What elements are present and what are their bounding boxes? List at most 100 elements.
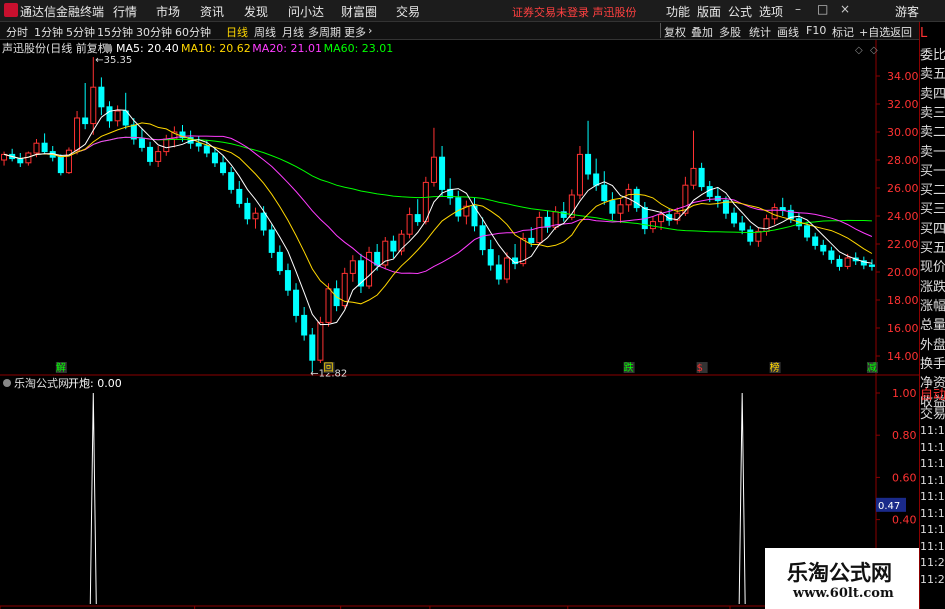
- event-marker: 回: [324, 362, 334, 374]
- candle-body: [349, 260, 356, 274]
- settings-icon: [3, 379, 11, 387]
- candle-body: [163, 138, 170, 153]
- period-toolbar: 分时 1分钟 5分钟 15分钟 30分钟 60分钟 日线 周线 月线 多周期 更…: [0, 22, 945, 40]
- quote-field-label: 卖五: [920, 67, 945, 83]
- quote-field-label: 卖四: [920, 86, 945, 102]
- candle-body: [390, 240, 397, 252]
- toolbar-button[interactable]: +自选: [859, 24, 890, 40]
- candle-body: [74, 117, 81, 151]
- menu-item[interactable]: 行情: [113, 3, 137, 20]
- close-icon[interactable]: ×: [840, 2, 850, 16]
- period-tab[interactable]: 周线: [254, 24, 276, 40]
- period-tab[interactable]: 多周期: [308, 24, 341, 40]
- candle-body: [609, 200, 616, 214]
- quote-field-label: 买二: [920, 183, 945, 199]
- divider: [660, 23, 661, 38]
- ma-label: MA60: 23.01: [324, 42, 394, 55]
- period-tab[interactable]: 5分钟: [66, 24, 95, 40]
- watermark-url: www.60lt.com: [793, 586, 894, 601]
- candle-body: [90, 86, 97, 125]
- period-tab[interactable]: 60分钟: [175, 24, 211, 40]
- candle-body: [804, 225, 811, 238]
- period-tab[interactable]: 更多: [344, 24, 366, 40]
- candle-body: [276, 251, 283, 272]
- candle-body: [649, 221, 656, 230]
- ma-label: MA10: 20.62: [181, 42, 251, 55]
- toolbar-button[interactable]: 多股: [719, 24, 741, 40]
- menu-item-options[interactable]: 选项: [759, 3, 783, 20]
- y-tick-label: 0.60: [892, 471, 917, 484]
- candle-body: [503, 257, 510, 280]
- candle-body: [820, 244, 827, 252]
- quote-field-label: 买五: [920, 241, 945, 256]
- menu-item[interactable]: 问小达: [288, 3, 324, 20]
- quote-field-label: 卖三: [920, 105, 945, 121]
- candle-body: [195, 142, 202, 147]
- candle-body: [528, 237, 535, 244]
- watermark-title: 乐淘公式网: [787, 561, 892, 585]
- menu-item[interactable]: 资讯: [200, 3, 224, 20]
- candle-body: [138, 138, 145, 148]
- event-marker: 榜: [770, 361, 780, 374]
- y-tick-label: 28.00: [887, 154, 919, 167]
- toolbar-button[interactable]: 返回: [890, 24, 912, 40]
- candle-body: [82, 117, 89, 125]
- candle-body: [593, 173, 600, 186]
- menu-item-function[interactable]: 功能: [666, 3, 690, 20]
- period-tab[interactable]: 15分钟: [97, 24, 133, 40]
- candle-body: [252, 212, 259, 220]
- menu-item-layout[interactable]: 版面: [697, 3, 721, 20]
- tick-time: 11:19: [920, 506, 945, 520]
- period-tab[interactable]: 1分钟: [34, 24, 63, 40]
- candle-body: [430, 156, 437, 183]
- y-tick-label: 22.00: [887, 238, 919, 251]
- maximize-icon[interactable]: □: [817, 2, 828, 16]
- y-tick-label: 26.00: [887, 182, 919, 195]
- trade-label: 交易: [920, 407, 945, 422]
- app-title: 通达信金融终端: [20, 5, 105, 19]
- toolbar-button[interactable]: F10: [806, 24, 826, 37]
- candle-body: [771, 207, 778, 220]
- more-arrow-icon[interactable]: ›: [368, 24, 372, 37]
- toolbar-button[interactable]: 统计: [749, 24, 771, 40]
- quote-field-label: 委比: [920, 48, 945, 63]
- period-tab-active[interactable]: 日线: [226, 24, 248, 40]
- toolbar-button[interactable]: 标记: [832, 24, 854, 40]
- y-tick-label: 0.80: [892, 429, 917, 442]
- menu-item[interactable]: 财富圈: [341, 3, 377, 20]
- period-tab[interactable]: 30分钟: [136, 24, 172, 40]
- candle-body: [33, 142, 40, 154]
- settings-icon: [104, 44, 112, 52]
- candle-body: [228, 172, 235, 190]
- candle-body: [576, 153, 583, 196]
- login-notice[interactable]: 证券交易未登录 声迅股份: [512, 4, 637, 20]
- guest-label[interactable]: 游客: [895, 3, 919, 20]
- menu-item-formula[interactable]: 公式: [728, 3, 752, 20]
- candle-body: [690, 167, 697, 186]
- y-tick-label: 0.40: [892, 514, 917, 527]
- candle-body: [536, 216, 543, 244]
- y-tick-label: 34.00: [887, 70, 919, 83]
- candle-body: [828, 250, 835, 260]
- toolbar-button[interactable]: 画线: [777, 24, 799, 40]
- menu-item[interactable]: 市场: [156, 3, 180, 20]
- candle-body: [309, 334, 316, 361]
- kline-chart[interactable]: 声迅股份(日线 前复权) MA5: 20.40 MA10: 20.62 MA20: 2…: [0, 40, 919, 609]
- candle-body: [147, 146, 154, 162]
- minimize-icon[interactable]: –: [795, 2, 801, 16]
- quote-field-label: 买一: [920, 163, 945, 179]
- quote-field-label: 卖二: [920, 125, 945, 141]
- ma10-line: [3, 122, 873, 305]
- quote-field-label: 涨跌: [920, 279, 945, 295]
- toolbar-button[interactable]: 复权: [664, 24, 686, 40]
- period-tab[interactable]: 分时: [6, 24, 28, 40]
- candle-body: [763, 218, 770, 232]
- menu-item[interactable]: 发现: [244, 3, 268, 20]
- toolbar-button[interactable]: 叠加: [691, 24, 713, 40]
- menu-item[interactable]: 交易: [396, 3, 420, 20]
- candle-body: [41, 142, 48, 153]
- diamond-icon: ◇: [855, 45, 863, 56]
- candle-body: [439, 156, 446, 190]
- stock-label: 声迅股份(日线 前复权): [2, 41, 113, 55]
- period-tab[interactable]: 月线: [282, 24, 304, 40]
